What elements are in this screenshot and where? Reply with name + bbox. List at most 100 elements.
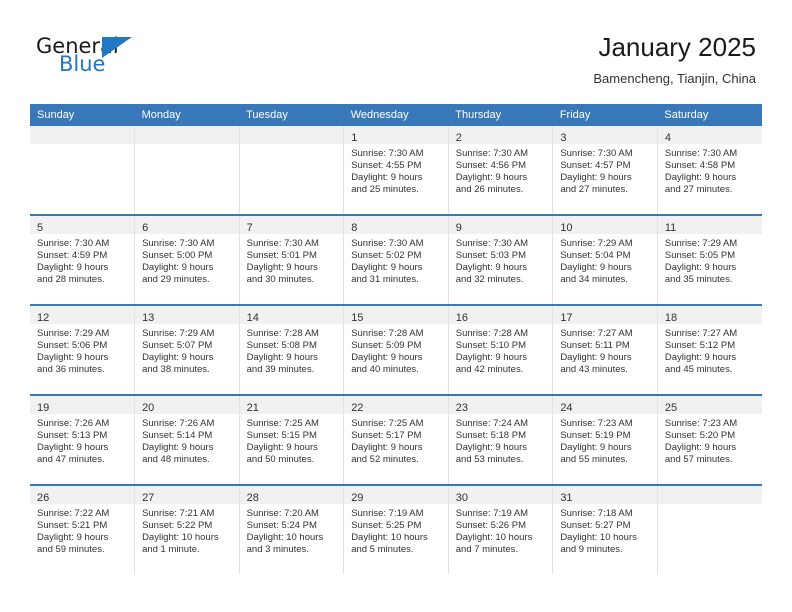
calendar-day-cell[interactable]: 13 Sunrise: 7:29 AM Sunset: 5:07 PM Dayligh… (134, 304, 240, 395)
day-cell-inner: 20 Sunrise: 7:26 AM Sunset: 5:14 PM Dayligh… (135, 396, 239, 484)
day-number-band: 31 (553, 486, 657, 504)
calendar-day-cell[interactable]: 18 Sunrise: 7:27 AM Sunset: 5:12 PM Dayligh… (657, 304, 762, 395)
calendar-day-cell[interactable]: 31 Sunrise: 7:18 AM Sunset: 5:27 PM Dayligh… (552, 484, 658, 574)
calendar-day-cell[interactable]: 25 Sunrise: 7:23 AM Sunset: 5:20 PM Dayligh… (657, 394, 762, 485)
daylight-text-line2: and 31 minutes. (351, 274, 419, 286)
calendar-day-cell[interactable]: 26 Sunrise: 7:22 AM Sunset: 5:21 PM Dayligh… (30, 484, 136, 574)
day-number: 5 (37, 222, 44, 234)
calendar-day-cell[interactable]: 11 Sunrise: 7:29 AM Sunset: 5:05 PM Dayligh… (657, 214, 762, 305)
sunset-text: Sunset: 5:08 PM (246, 340, 317, 352)
daylight-text-line1: Daylight: 9 hours (142, 262, 214, 274)
daylight-text-line1: Daylight: 9 hours (246, 352, 318, 364)
sunset-text: Sunset: 5:15 PM (246, 430, 317, 442)
sunset-text: Sunset: 5:05 PM (664, 250, 736, 262)
day-number-band: 28 (239, 486, 344, 504)
day-details: Sunrise: 7:26 AM Sunset: 5:14 PM Daylight:… (135, 414, 239, 466)
calendar-day-cell[interactable]: 28 Sunrise: 7:20 AM Sunset: 5:24 PM Dayligh… (239, 484, 345, 574)
day-cell-inner: 24 Sunrise: 7:23 AM Sunset: 5:19 PM Dayligh… (553, 396, 657, 484)
daylight-text-line1: Daylight: 10 hours (142, 532, 219, 544)
sunset-text: Sunset: 5:07 PM (142, 340, 213, 352)
calendar-day-cell[interactable]: 24 Sunrise: 7:23 AM Sunset: 5:19 PM Dayligh… (552, 394, 658, 485)
day-number: 29 (351, 492, 364, 504)
calendar-day-cell[interactable]: 15 Sunrise: 7:28 AM Sunset: 5:09 PM Dayligh… (343, 304, 449, 395)
daylight-text-line1: Daylight: 9 hours (560, 262, 632, 274)
day-number: 20 (142, 402, 155, 414)
calendar-day-cell[interactable]: 6 Sunrise: 7:30 AM Sunset: 5:00 PM Daylight… (134, 214, 240, 305)
calendar-day-cell[interactable]: 21 Sunrise: 7:25 AM Sunset: 5:15 PM Dayligh… (239, 394, 345, 485)
daylight-text-line1: Daylight: 9 hours (351, 262, 423, 274)
location-subtitle: Bamencheng, Tianjin, China (593, 71, 756, 86)
calendar-day-cell[interactable]: 10 Sunrise: 7:29 AM Sunset: 5:04 PM Dayligh… (552, 214, 658, 305)
calendar-day-cell[interactable]: 29 Sunrise: 7:19 AM Sunset: 5:25 PM Dayligh… (343, 484, 449, 574)
daylight-text-line1: Daylight: 9 hours (560, 172, 632, 184)
brand-logo[interactable]: General Blue (36, 36, 236, 82)
calendar-day-cell[interactable]: 9 Sunrise: 7:30 AM Sunset: 5:03 PM Daylight… (448, 214, 554, 305)
sunset-text: Sunset: 5:20 PM (664, 430, 736, 442)
day-details: Sunrise: 7:18 AM Sunset: 5:27 PM Daylight:… (553, 504, 657, 556)
day-number: 2 (455, 132, 462, 144)
calendar-day-cell[interactable]: 1 Sunrise: 7:30 AM Sunset: 4:55 PM Daylight… (343, 126, 449, 215)
daylight-text-line1: Daylight: 9 hours (664, 172, 737, 184)
calendar-day-cell[interactable]: 14 Sunrise: 7:28 AM Sunset: 5:08 PM Dayligh… (239, 304, 345, 395)
calendar-body: 1 Sunrise: 7:30 AM Sunset: 4:55 PM Daylight… (30, 126, 762, 574)
calendar-day-cell[interactable]: 12 Sunrise: 7:29 AM Sunset: 5:06 PM Dayligh… (30, 304, 136, 395)
day-details: Sunrise: 7:23 AM Sunset: 5:20 PM Daylight:… (658, 414, 762, 466)
daylight-text-line2: and 30 minutes. (246, 274, 315, 286)
calendar-day-cell[interactable]: 5 Sunrise: 7:30 AM Sunset: 4:59 PM Daylight… (30, 214, 136, 305)
sunrise-text: Sunrise: 7:26 AM (37, 418, 110, 429)
day-cell-inner: 26 Sunrise: 7:22 AM Sunset: 5:21 PM Dayligh… (30, 486, 135, 574)
day-number: 28 (246, 492, 259, 504)
day-cell-inner: 30 Sunrise: 7:19 AM Sunset: 5:26 PM Dayligh… (448, 486, 553, 574)
day-number: 27 (142, 492, 155, 504)
sunrise-text: Sunrise: 7:29 AM (142, 328, 215, 339)
day-number: 7 (246, 222, 253, 234)
day-cell-inner (135, 126, 239, 214)
calendar-day-cell[interactable]: 7 Sunrise: 7:30 AM Sunset: 5:01 PM Daylight… (239, 214, 345, 305)
day-details: Sunrise: 7:30 AM Sunset: 4:59 PM Daylight:… (30, 234, 134, 286)
day-number-band (657, 486, 762, 504)
calendar-day-cell[interactable]: 3 Sunrise: 7:30 AM Sunset: 4:57 PM Daylight… (552, 126, 658, 215)
calendar-day-cell[interactable]: 4 Sunrise: 7:30 AM Sunset: 4:58 PM Daylight… (657, 126, 762, 215)
daylight-text-line1: Daylight: 10 hours (455, 532, 533, 544)
daylight-text-line1: Daylight: 9 hours (246, 262, 318, 274)
daylight-text-line2: and 45 minutes. (664, 364, 733, 376)
daylight-text-line1: Daylight: 10 hours (560, 532, 637, 544)
day-cell-inner: 11 Sunrise: 7:29 AM Sunset: 5:05 PM Dayligh… (657, 216, 762, 304)
calendar-day-cell[interactable]: 19 Sunrise: 7:26 AM Sunset: 5:13 PM Dayligh… (30, 394, 136, 485)
daylight-text-line2: and 7 minutes. (455, 544, 519, 556)
day-number: 22 (351, 402, 364, 414)
sunrise-text: Sunrise: 7:30 AM (664, 148, 738, 159)
day-cell-inner: 28 Sunrise: 7:20 AM Sunset: 5:24 PM Dayligh… (239, 486, 344, 574)
calendar-day-cell[interactable]: 27 Sunrise: 7:21 AM Sunset: 5:22 PM Dayligh… (134, 484, 240, 574)
calendar-day-cell[interactable]: 23 Sunrise: 7:24 AM Sunset: 5:18 PM Dayligh… (448, 394, 554, 485)
calendar-day-cell[interactable]: 8 Sunrise: 7:30 AM Sunset: 5:02 PM Daylight… (343, 214, 449, 305)
day-number: 24 (560, 402, 573, 414)
daylight-text-line2: and 9 minutes. (560, 544, 623, 556)
day-number-band: 26 (30, 486, 135, 504)
sunset-text: Sunset: 5:13 PM (37, 430, 108, 442)
calendar-day-cell[interactable]: 30 Sunrise: 7:19 AM Sunset: 5:26 PM Dayligh… (448, 484, 554, 574)
sunrise-text: Sunrise: 7:23 AM (664, 418, 738, 429)
day-details: Sunrise: 7:20 AM Sunset: 5:24 PM Daylight:… (240, 504, 344, 556)
day-number: 30 (455, 492, 468, 504)
calendar-day-cell[interactable]: 22 Sunrise: 7:25 AM Sunset: 5:17 PM Dayligh… (343, 394, 449, 485)
calendar-day-cell[interactable]: 20 Sunrise: 7:26 AM Sunset: 5:14 PM Dayligh… (134, 394, 240, 485)
day-number: 25 (664, 402, 678, 414)
calendar-day-cell[interactable]: 16 Sunrise: 7:28 AM Sunset: 5:10 PM Dayligh… (448, 304, 554, 395)
daylight-text-line1: Daylight: 9 hours (37, 442, 109, 454)
calendar-day-cell[interactable]: 2 Sunrise: 7:30 AM Sunset: 4:56 PM Daylight… (448, 126, 554, 215)
sunset-text: Sunset: 5:21 PM (37, 520, 108, 532)
daylight-text-line2: and 47 minutes. (37, 454, 105, 466)
sunrise-text: Sunrise: 7:24 AM (455, 418, 529, 429)
day-number: 18 (664, 312, 678, 324)
calendar-day-cell[interactable]: 17 Sunrise: 7:27 AM Sunset: 5:11 PM Dayligh… (552, 304, 658, 395)
sunset-text: Sunset: 5:12 PM (664, 340, 736, 352)
day-number-band: 15 (344, 306, 448, 324)
day-cell-inner (239, 126, 344, 214)
weekday-header-monday: Monday (134, 104, 240, 126)
daylight-text-line2: and 57 minutes. (664, 454, 733, 466)
day-number: 31 (560, 492, 573, 504)
day-number-band: 21 (239, 396, 344, 414)
day-number-band: 22 (344, 396, 448, 414)
daylight-text-line1: Daylight: 9 hours (455, 172, 528, 184)
